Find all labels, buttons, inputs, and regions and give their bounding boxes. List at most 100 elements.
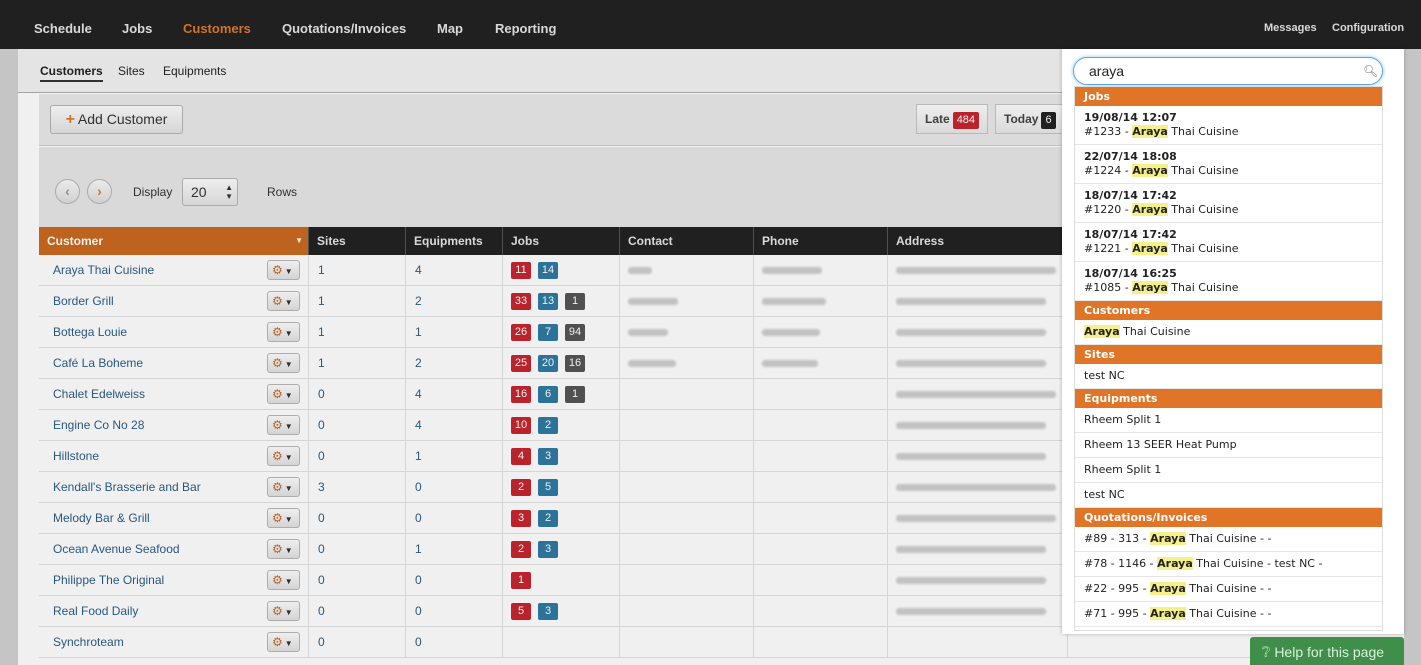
sites-cell[interactable]: 1	[309, 286, 406, 317]
global-search-input[interactable]	[1073, 57, 1383, 85]
job-count-badge[interactable]: 33	[511, 293, 531, 311]
search-result-item[interactable]: Rheem 13 SEER Heat Pump	[1075, 433, 1382, 458]
nav-schedule[interactable]: Schedule	[34, 21, 92, 36]
equipments-cell[interactable]: 0	[406, 627, 503, 658]
header-equipments[interactable]: Equipments	[406, 227, 503, 255]
job-count-badge[interactable]: 2	[538, 417, 558, 435]
search-result-item[interactable]: test NC	[1075, 483, 1382, 508]
search-result-item[interactable]: Rheem Split 1	[1075, 458, 1382, 483]
job-count-badge[interactable]: 6	[538, 386, 558, 404]
customer-name-link[interactable]: Bottega Louie	[53, 325, 127, 339]
customer-name-link[interactable]: Ocean Avenue Seafood	[53, 542, 180, 556]
nav-messages[interactable]: Messages	[1264, 22, 1317, 34]
job-count-badge[interactable]: 11	[511, 262, 531, 280]
sites-cell[interactable]: 0	[309, 627, 406, 658]
job-count-badge[interactable]: 5	[511, 603, 531, 621]
nav-configuration[interactable]: Configuration	[1332, 22, 1404, 34]
prev-page-icon[interactable]: ‹	[55, 179, 80, 204]
equipments-cell[interactable]: 0	[406, 503, 503, 534]
help-button[interactable]: ❔︎ Help for this page	[1250, 637, 1404, 665]
sites-cell[interactable]: 0	[309, 534, 406, 565]
gear-icon[interactable]: ⚙︎ ▼	[267, 508, 300, 528]
equipments-cell[interactable]: 4	[406, 255, 503, 286]
customer-name-link[interactable]: Synchroteam	[53, 635, 124, 649]
sites-cell[interactable]: 0	[309, 410, 406, 441]
equipments-cell[interactable]: 1	[406, 317, 503, 348]
search-result-item[interactable]: 18/07/14 16:25 #1085 - Araya Thai Cuisine	[1075, 262, 1382, 301]
nav-customers[interactable]: Customers	[183, 21, 251, 36]
gear-icon[interactable]: ⚙︎ ▼	[267, 322, 300, 342]
job-count-badge[interactable]: 16	[511, 386, 531, 404]
job-count-badge[interactable]: 94	[565, 324, 585, 342]
equipments-cell[interactable]: 0	[406, 565, 503, 596]
job-count-badge[interactable]: 25	[511, 355, 531, 373]
customer-name-link[interactable]: Chalet Edelweiss	[53, 387, 145, 401]
equipments-cell[interactable]: 1	[406, 441, 503, 472]
sites-cell[interactable]: 3	[309, 472, 406, 503]
search-result-item[interactable]: 22/07/14 18:08 #1224 - Araya Thai Cuisine	[1075, 145, 1382, 184]
job-count-badge[interactable]: 2	[511, 541, 531, 559]
search-result-item[interactable]: 19/08/14 12:07 #1233 - Araya Thai Cuisine	[1075, 106, 1382, 145]
gear-icon[interactable]: ⚙︎ ▼	[267, 477, 300, 497]
job-count-badge[interactable]: 5	[538, 479, 558, 497]
search-result-item[interactable]: 18/07/14 17:42 #1220 - Araya Thai Cuisine	[1075, 184, 1382, 223]
search-result-item[interactable]: #71 - 995 - Araya Thai Cuisine - -	[1075, 602, 1382, 627]
equipments-cell[interactable]: 0	[406, 596, 503, 627]
job-count-badge[interactable]: 7	[538, 324, 558, 342]
header-phone[interactable]: Phone	[754, 227, 888, 255]
search-result-item[interactable]: 18/07/14 17:42 #1221 - Araya Thai Cuisine	[1075, 223, 1382, 262]
equipments-cell[interactable]: 2	[406, 348, 503, 379]
gear-icon[interactable]: ⚙︎ ▼	[267, 353, 300, 373]
job-count-badge[interactable]: 3	[538, 448, 558, 466]
gear-icon[interactable]: ⚙︎ ▼	[267, 415, 300, 435]
customer-name-link[interactable]: Kendall's Brasserie and Bar	[53, 480, 201, 494]
customer-name-link[interactable]: Border Grill	[53, 294, 114, 308]
sites-cell[interactable]: 0	[309, 565, 406, 596]
job-count-badge[interactable]: 3	[538, 541, 558, 559]
sites-cell[interactable]: 0	[309, 503, 406, 534]
equipments-cell[interactable]: 4	[406, 379, 503, 410]
gear-icon[interactable]: ⚙︎ ▼	[267, 601, 300, 621]
gear-icon[interactable]: ⚙︎ ▼	[267, 570, 300, 590]
customer-name-link[interactable]: Melody Bar & Grill	[53, 511, 150, 525]
customer-name-link[interactable]: Philippe The Original	[53, 573, 164, 587]
job-count-badge[interactable]: 1	[511, 572, 531, 590]
gear-icon[interactable]: ⚙︎ ▼	[267, 446, 300, 466]
sites-cell[interactable]: 1	[309, 348, 406, 379]
job-count-badge[interactable]: 3	[511, 510, 531, 528]
customer-name-link[interactable]: Hillstone	[53, 449, 99, 463]
equipments-cell[interactable]: 0	[406, 472, 503, 503]
subnav-equipments[interactable]: Equipments	[163, 64, 226, 78]
nav-reporting[interactable]: Reporting	[495, 21, 556, 36]
search-result-item[interactable]: Araya Thai Cuisine	[1075, 320, 1382, 345]
job-count-badge[interactable]: 16	[565, 355, 585, 373]
search-result-item[interactable]: #89 - 313 - Araya Thai Cuisine - -	[1075, 527, 1382, 552]
header-sites[interactable]: Sites	[309, 227, 406, 255]
nav-quotations-invoices[interactable]: Quotations/Invoices	[282, 21, 406, 36]
equipments-cell[interactable]: 2	[406, 286, 503, 317]
job-count-badge[interactable]: 1	[565, 386, 585, 404]
search-result-item[interactable]: test NC	[1075, 364, 1382, 389]
search-result-item[interactable]: #78 - 1146 - Araya Thai Cuisine - test N…	[1075, 552, 1382, 577]
sites-cell[interactable]: 0	[309, 441, 406, 472]
job-count-badge[interactable]: 26	[511, 324, 531, 342]
job-count-badge[interactable]: 3	[538, 603, 558, 621]
sites-cell[interactable]: 1	[309, 255, 406, 286]
search-result-item[interactable]: #22 - 995 - Araya Thai Cuisine - -	[1075, 577, 1382, 602]
sites-cell[interactable]: 0	[309, 379, 406, 410]
customer-name-link[interactable]: Real Food Daily	[53, 604, 138, 618]
gear-icon[interactable]: ⚙︎ ▼	[267, 384, 300, 404]
header-contact[interactable]: Contact	[620, 227, 754, 255]
job-count-badge[interactable]: 13	[538, 293, 558, 311]
job-count-badge[interactable]: 20	[538, 355, 558, 373]
customer-name-link[interactable]: Café La Boheme	[53, 356, 143, 370]
gear-icon[interactable]: ⚙︎ ▼	[267, 291, 300, 311]
header-customer[interactable]: Customer ▼	[39, 227, 309, 255]
job-count-badge[interactable]: 2	[511, 479, 531, 497]
search-icon[interactable]: 🔍︎	[1363, 64, 1378, 78]
customer-name-link[interactable]: Engine Co No 28	[53, 418, 144, 432]
sites-cell[interactable]: 0	[309, 596, 406, 627]
job-count-badge[interactable]: 4	[511, 448, 531, 466]
gear-icon[interactable]: ⚙︎ ▼	[267, 260, 300, 280]
subnav-customers[interactable]: Customers	[40, 64, 103, 82]
